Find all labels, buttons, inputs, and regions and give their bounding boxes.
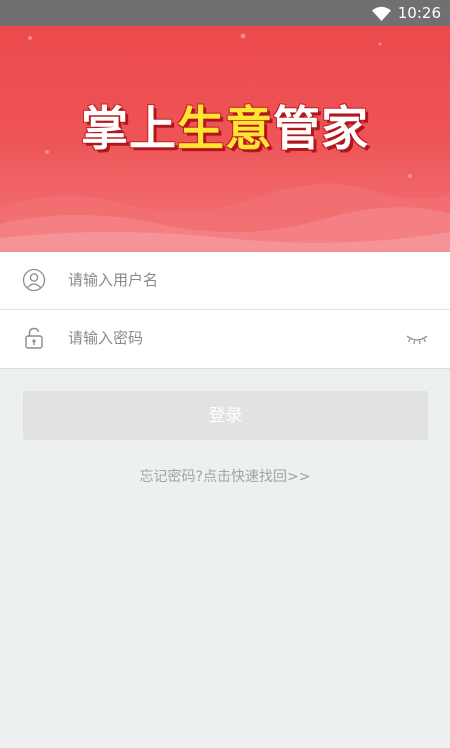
eye-closed-icon[interactable] xyxy=(406,332,428,346)
status-time: 10:26 xyxy=(397,4,441,22)
user-icon xyxy=(22,268,46,292)
lock-icon xyxy=(25,327,43,349)
password-input[interactable] xyxy=(68,324,388,352)
app-title-part2: 管家 xyxy=(273,102,369,157)
app-title: 掌上生意管家 xyxy=(0,90,450,159)
username-input[interactable] xyxy=(68,266,388,294)
wifi-icon xyxy=(372,6,391,21)
app-banner: 掌上生意管家 xyxy=(0,26,450,252)
app-title-highlight: 生意 xyxy=(177,102,273,157)
status-bar: 10:26 xyxy=(0,0,450,26)
forgot-password-link[interactable]: 忘记密码?点击快速找回>> xyxy=(0,466,450,486)
login-form xyxy=(0,252,450,369)
app-title-part1: 掌上 xyxy=(81,102,177,157)
password-row xyxy=(0,310,450,367)
login-button[interactable]: 登录 xyxy=(23,391,428,440)
username-row xyxy=(0,252,450,310)
